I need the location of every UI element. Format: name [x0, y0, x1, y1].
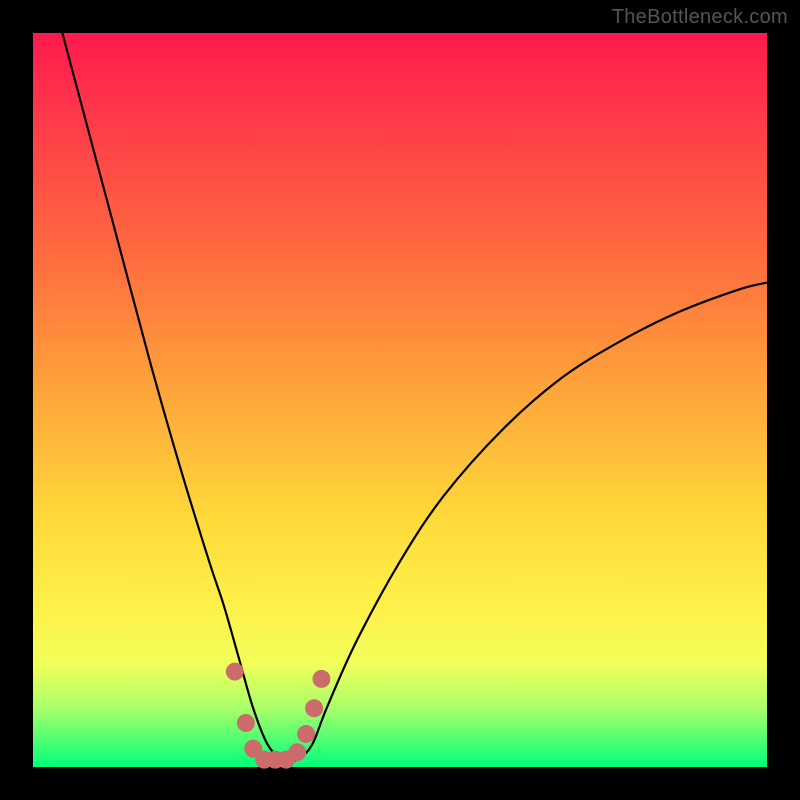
chart-stage: TheBottleneck.com: [0, 0, 800, 800]
bottleneck-curve-path: [62, 33, 767, 761]
chart-svg: [33, 33, 767, 767]
highlight-dot: [305, 699, 323, 717]
highlight-dot: [297, 725, 315, 743]
highlight-dot: [312, 670, 330, 688]
watermark-text: TheBottleneck.com: [612, 6, 788, 29]
highlight-dots-group: [226, 663, 331, 769]
highlight-dot: [226, 663, 244, 681]
highlight-dot: [237, 714, 255, 732]
highlight-dot: [288, 743, 306, 761]
curve-group: [62, 33, 767, 761]
